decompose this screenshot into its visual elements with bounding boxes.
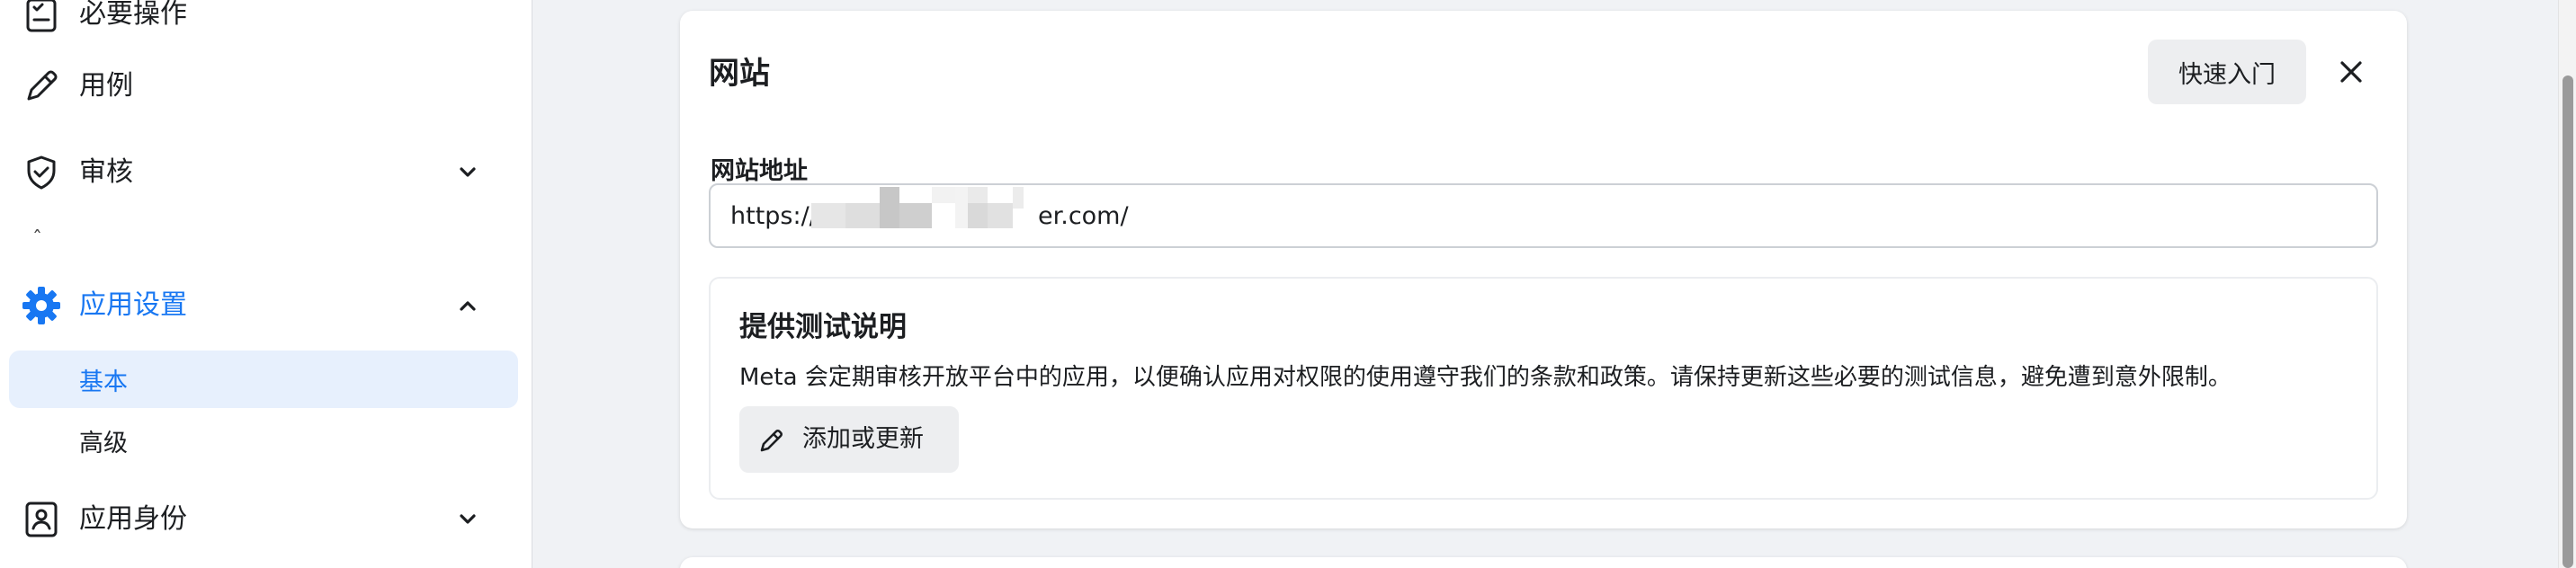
sidebar-item-label: 用例 — [79, 70, 133, 102]
id-badge-icon — [20, 498, 63, 541]
sidebar-item-app-settings[interactable]: 应用设置 — [0, 279, 532, 333]
sidebar-subitem-basic[interactable]: 基本 — [9, 351, 518, 408]
next-card — [680, 557, 2407, 568]
pencil-icon — [760, 430, 783, 452]
url-value-suffix: er.com/ — [1038, 202, 1129, 230]
chevron-down-icon[interactable] — [452, 156, 484, 189]
scrollbar-thumb[interactable] — [2563, 75, 2573, 568]
collapse-caret-icon: ˆ — [32, 228, 42, 251]
sidebar-subitem-label: 高级 — [79, 429, 128, 457]
sidebar-item-review[interactable]: 审核 — [0, 146, 532, 200]
card-title: 网站 — [709, 56, 770, 92]
sidebar: 必要操作 用例 审核 ˆ 应用设置 基本 高级 应用身份 — [0, 0, 532, 568]
chevron-down-icon[interactable] — [452, 503, 484, 536]
testing-instructions-description: Meta 会定期审核开放平台中的应用，以便确认应用对权限的使用遵守我们的条款和政… — [739, 364, 2232, 391]
chevron-up-icon[interactable] — [452, 289, 484, 322]
quick-start-button[interactable]: 快速入门 — [2148, 40, 2306, 104]
checklist-icon — [20, 0, 63, 36]
testing-instructions-title: 提供测试说明 — [739, 311, 907, 343]
close-icon — [2340, 61, 2362, 83]
shield-check-icon — [20, 151, 63, 194]
website-url-label: 网站地址 — [711, 157, 808, 185]
sidebar-item-label: 审核 — [79, 156, 133, 188]
sidebar-item-use-cases[interactable]: 用例 — [0, 59, 532, 113]
sidebar-item-label: 必要操作 — [79, 0, 187, 30]
sidebar-subitem-advanced[interactable]: 高级 — [9, 412, 518, 469]
add-or-update-button[interactable]: 添加或更新 — [739, 406, 959, 473]
sidebar-subitem-label: 基本 — [79, 368, 128, 396]
website-card: 网站 快速入门 网站地址 https:// er.com/ 提供测试说明 Met… — [680, 11, 2407, 528]
sidebar-item-label: 应用设置 — [79, 289, 187, 321]
testing-instructions-card: 提供测试说明 Meta 会定期审核开放平台中的应用，以便确认应用对权限的使用遵守… — [709, 277, 2378, 500]
page-scrollbar[interactable] — [2558, 0, 2576, 568]
sidebar-item-required-actions[interactable]: 必要操作 — [0, 0, 532, 41]
website-url-input[interactable]: https:// er.com/ — [709, 183, 2378, 248]
gear-icon — [20, 284, 63, 327]
sidebar-item-label: 应用身份 — [79, 503, 187, 535]
sidebar-item-app-identity[interactable]: 应用身份 — [0, 493, 532, 546]
close-button[interactable] — [2330, 50, 2373, 93]
url-value-prefix: https:// — [730, 202, 818, 230]
add-or-update-label: 添加或更新 — [802, 425, 924, 453]
pencil-icon — [20, 65, 63, 108]
